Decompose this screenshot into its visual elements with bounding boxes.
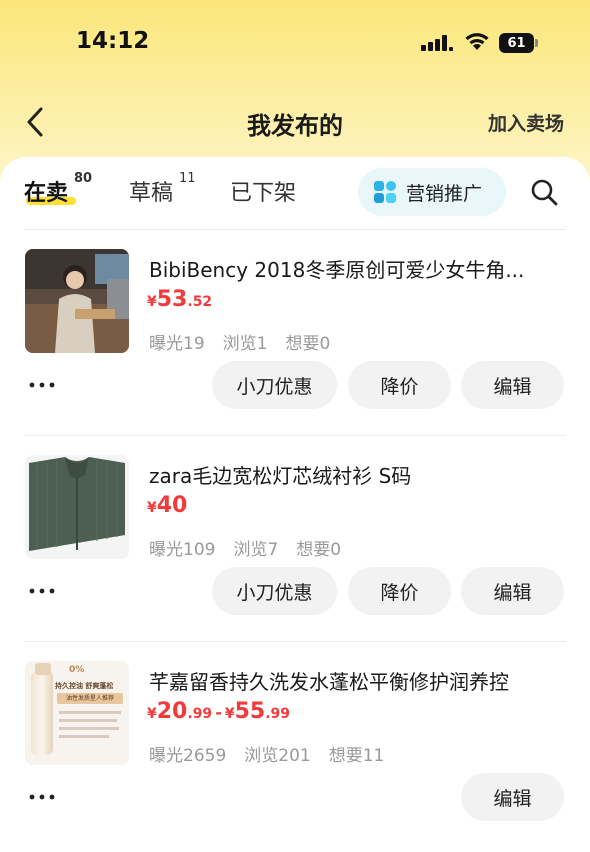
reduce-price-button[interactable]: 降价 <box>348 567 451 615</box>
battery-level: 61 <box>499 33 534 53</box>
listing-stats: 曝光2659 浏览201 想要11 <box>149 741 402 766</box>
thumb-line <box>59 727 119 730</box>
tab-bar: 在卖 80 草稿 11 已下架 营销推广 <box>0 157 590 227</box>
listing-title[interactable]: 芊嘉留香持久洗发水蓬松平衡修护润养控 <box>149 666 564 695</box>
price-currency: ¥ <box>147 706 157 722</box>
thumb-line <box>59 711 121 714</box>
join-market-button[interactable]: 加入卖场 <box>488 109 564 136</box>
product-thumbnail[interactable] <box>25 249 129 353</box>
tab-on-sale-label: 在卖 <box>24 181 69 206</box>
thumb-line <box>59 719 117 722</box>
bottle-cap <box>35 663 51 675</box>
tab-delisted-label: 已下架 <box>230 181 297 206</box>
want-count: 想要11 <box>328 746 385 766</box>
more-options-icon[interactable] <box>28 586 56 596</box>
edit-button[interactable]: 编辑 <box>461 773 564 821</box>
search-icon[interactable] <box>529 177 559 207</box>
tab-delisted[interactable]: 已下架 <box>230 175 296 207</box>
thumb-line <box>59 735 109 738</box>
listing-item[interactable]: zara毛边宽松灯芯绒衬衫 S码 ¥40 曝光109 浏览7 想要0 小刀优惠 降价… <box>0 436 590 641</box>
view-count: 浏览201 <box>244 746 311 766</box>
price-integer: 53 <box>156 287 188 312</box>
cellular-signal-icon <box>421 35 453 51</box>
listing-item[interactable]: 0% 持久控油 舒爽蓬松 油性发质星人推荐 芊嘉留香持久洗发水蓬松平衡修护润养控… <box>0 642 590 847</box>
price-decimal: .99 <box>265 706 291 722</box>
battery-icon: 61 <box>499 33 539 53</box>
thumb-badge: 0% <box>69 665 85 675</box>
listing-price: ¥40 <box>147 493 187 518</box>
grid-apps-icon <box>374 181 396 203</box>
status-bar: 14:12 61 <box>0 0 590 88</box>
back-icon[interactable] <box>22 105 50 139</box>
main-content: 在卖 80 草稿 11 已下架 营销推广 BibiBency 2018冬季原创可… <box>0 157 590 852</box>
product-thumbnail[interactable] <box>25 455 129 559</box>
price-currency: ¥ <box>147 500 157 516</box>
listing-stats: 曝光19 浏览1 想要0 <box>149 329 348 354</box>
marketing-promotion-button[interactable]: 营销推广 <box>358 168 506 216</box>
marketing-promotion-label: 营销推广 <box>406 182 483 205</box>
listing-stats: 曝光109 浏览7 想要0 <box>149 535 359 560</box>
price-currency: ¥ <box>147 294 157 310</box>
tab-on-sale[interactable]: 在卖 80 <box>24 171 92 207</box>
exposure-count: 曝光109 <box>149 540 216 560</box>
price-decimal: .52 <box>187 294 213 310</box>
more-options-icon[interactable] <box>28 792 56 802</box>
want-count: 想要0 <box>285 334 331 354</box>
edit-button[interactable]: 编辑 <box>461 361 564 409</box>
tab-drafts-label: 草稿 <box>129 181 174 206</box>
exposure-count: 曝光19 <box>149 334 205 354</box>
tab-drafts-count: 11 <box>179 171 196 186</box>
tab-drafts[interactable]: 草稿 11 <box>129 171 196 207</box>
more-options-icon[interactable] <box>28 380 56 390</box>
listing-title[interactable]: BibiBency 2018冬季原创可爱少女牛角... <box>149 254 564 283</box>
price-integer: 20 <box>156 699 188 724</box>
status-time: 14:12 <box>76 28 150 54</box>
price-currency: ¥ <box>224 706 235 722</box>
edit-button[interactable]: 编辑 <box>461 567 564 615</box>
navigation-bar: 我发布的 加入卖场 <box>0 92 590 152</box>
listing-price: ¥53.52 <box>147 287 212 312</box>
view-count: 浏览1 <box>222 334 268 354</box>
price-integer: 55 <box>234 699 266 724</box>
bottle-shape <box>31 671 53 755</box>
price-range-separator: - <box>215 703 222 722</box>
listing-title[interactable]: zara毛边宽松灯芯绒衬衫 S码 <box>149 460 564 489</box>
want-count: 想要0 <box>296 540 342 560</box>
price-decimal: .99 <box>187 706 213 722</box>
exposure-count: 曝光2659 <box>149 746 227 766</box>
thumb-subline: 油性发质星人推荐 <box>57 693 123 704</box>
listing-price: ¥20.99- ¥55.99 <box>147 699 290 724</box>
thumb-headline: 持久控油 舒爽蓬松 <box>55 682 114 690</box>
coupon-button[interactable]: 小刀优惠 <box>212 361 337 409</box>
listing-item[interactable]: BibiBency 2018冬季原创可爱少女牛角... ¥53.52 曝光19 浏… <box>0 230 590 435</box>
battery-tip <box>535 39 538 47</box>
tab-on-sale-count: 80 <box>74 171 93 186</box>
wifi-icon <box>465 33 489 50</box>
coupon-button[interactable]: 小刀优惠 <box>212 567 337 615</box>
view-count: 浏览7 <box>233 540 279 560</box>
reduce-price-button[interactable]: 降价 <box>348 361 451 409</box>
product-thumbnail[interactable]: 0% 持久控油 舒爽蓬松 油性发质星人推荐 <box>25 661 129 765</box>
page-title: 我发布的 <box>247 112 343 140</box>
price-integer: 40 <box>156 493 188 518</box>
